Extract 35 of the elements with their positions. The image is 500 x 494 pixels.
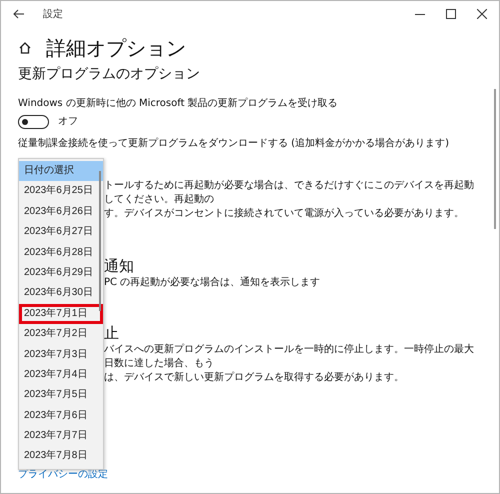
toggle-state: オフ bbox=[58, 115, 78, 129]
date-option[interactable]: 2023年6月30日 bbox=[19, 283, 103, 304]
scrollbar[interactable] bbox=[99, 171, 101, 311]
section-heading: 止 bbox=[104, 324, 120, 343]
close-icon[interactable] bbox=[477, 9, 487, 19]
maximize-icon[interactable] bbox=[446, 9, 456, 19]
date-option[interactable]: 2023年6月28日 bbox=[19, 242, 103, 263]
toggle-switch[interactable] bbox=[18, 115, 49, 129]
description-text: バイスへの更新プログラムのインストールを一時的に停止します。一時停止の最大日数に達した場合、もう bbox=[104, 343, 475, 371]
window-title: 設定 bbox=[43, 8, 63, 21]
date-option[interactable]: 2023年6月25日 bbox=[19, 181, 103, 202]
date-option[interactable]: 2023年7月5日 bbox=[19, 385, 103, 406]
home-icon[interactable] bbox=[18, 41, 32, 55]
setting-label: 従量制課金接続を使って更新プログラムをダウンロードする (追加料金がかかる場合があります) bbox=[18, 137, 450, 151]
date-option[interactable]: 2023年7月4日 bbox=[19, 364, 103, 386]
date-option[interactable]: 2023年6月26日 bbox=[19, 202, 103, 222]
description-text: す。デバイスがコンセントに接続されていて電源が入っている必要があります。 bbox=[104, 207, 465, 221]
date-option[interactable]: 日付の選択 bbox=[19, 161, 103, 182]
date-option[interactable]: 2023年7月8日 bbox=[19, 446, 103, 467]
description-text: は、デバイスで新しい更新プログラムを取得する必要があります。 bbox=[104, 371, 405, 385]
date-option[interactable]: 2023年6月29日 bbox=[19, 262, 103, 284]
date-option[interactable]: 2023年7月6日 bbox=[19, 406, 103, 426]
date-option[interactable]: 2023年7月2日 bbox=[19, 324, 103, 345]
back-arrow-icon[interactable] bbox=[13, 9, 25, 19]
setting-label: Windows の更新時に他の Microsoft 製品の更新プログラムを受け取る bbox=[18, 97, 339, 111]
page-title: 詳細オプション bbox=[46, 34, 186, 62]
date-option[interactable]: 2023年7月3日 bbox=[19, 344, 103, 365]
scrollbar[interactable] bbox=[494, 89, 496, 229]
description-text: トールするために再起動が必要な場合は、できるだけすぐにこのデバイスを再起動してください。再起動の bbox=[104, 179, 475, 207]
section-title: 更新プログラムのオプション bbox=[18, 65, 201, 83]
date-option[interactable]: 2023年7月7日 bbox=[19, 426, 103, 446]
date-option[interactable]: 2023年7月1日 bbox=[19, 304, 103, 324]
date-option[interactable]: 2023年6月27日 bbox=[19, 222, 103, 243]
section-heading: 通知 bbox=[104, 257, 135, 276]
description-text: PC の再起動が必要な場合は、通知を表示します bbox=[104, 276, 322, 290]
